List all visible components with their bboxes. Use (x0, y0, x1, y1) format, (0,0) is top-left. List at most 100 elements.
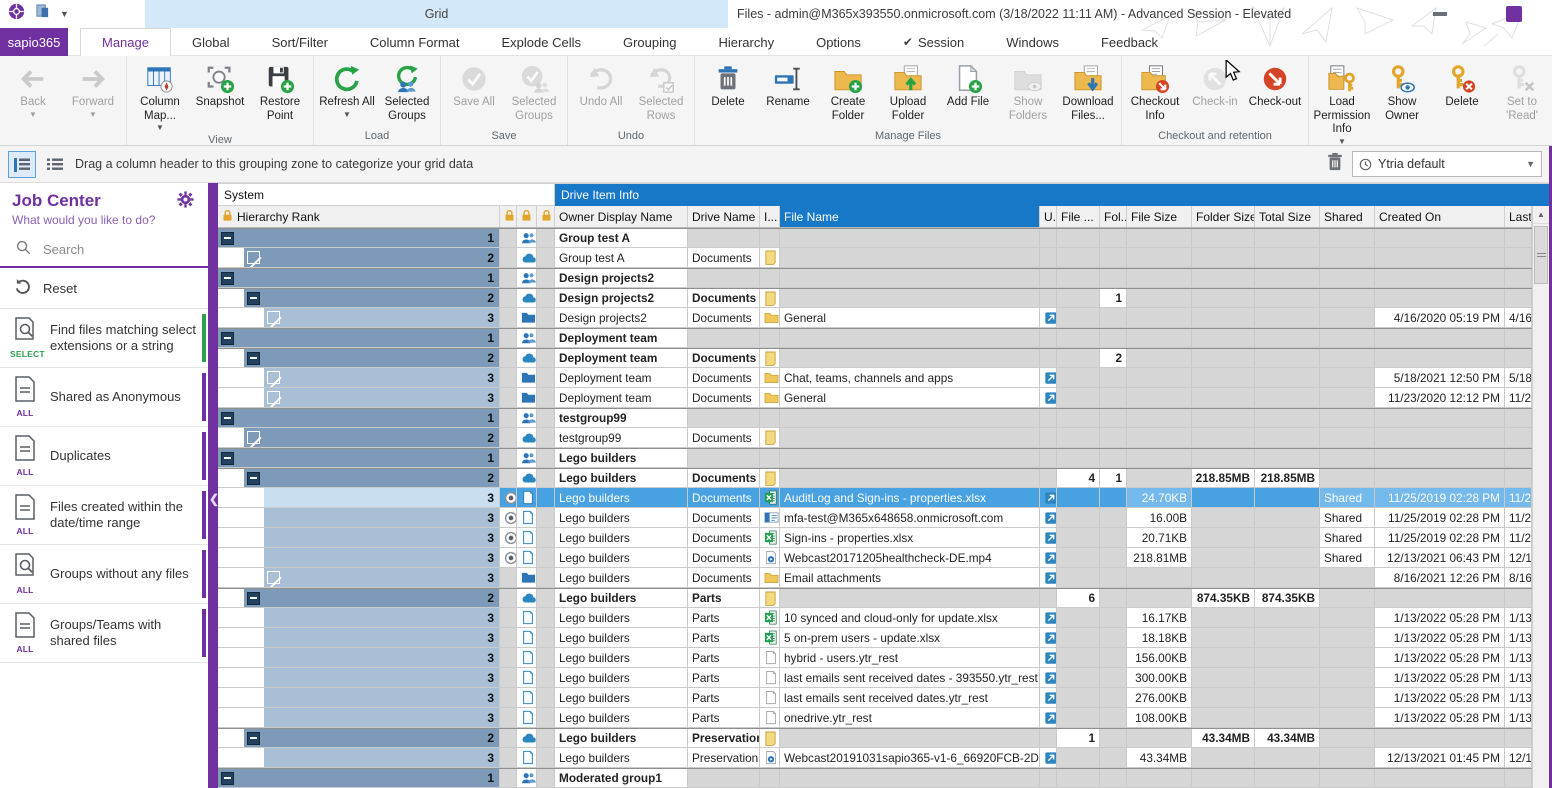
cell-totalsize[interactable] (1255, 368, 1320, 388)
cell-radio[interactable] (500, 508, 517, 528)
cell-folcnt[interactable] (1100, 269, 1127, 288)
cell-owner[interactable]: Deployment team (555, 329, 688, 348)
collapse-icon[interactable] (247, 352, 260, 365)
cell-file[interactable]: Chat, teams, channels and apps (780, 368, 1040, 388)
cell-hier[interactable]: 1 (218, 229, 500, 248)
cell-totalsize[interactable] (1255, 388, 1320, 408)
cell-file[interactable]: 10 synced and cloud-only for update.xlsx (780, 608, 1040, 628)
cell-shared[interactable] (1320, 388, 1375, 408)
cell-filecnt[interactable] (1057, 349, 1100, 368)
cell-c3[interactable] (537, 589, 555, 608)
cell-owner[interactable]: Lego builders (555, 488, 688, 508)
cell-drive[interactable]: Documents (688, 548, 760, 568)
cell-filecnt[interactable] (1057, 688, 1100, 708)
cell-drive[interactable]: Documents (688, 308, 760, 328)
cell-drive[interactable]: Documents (688, 568, 760, 588)
cell-file[interactable]: mfa-test@M365x648658.onmicrosoft.com (780, 508, 1040, 528)
cell-foldersize[interactable]: 43.34MB (1192, 729, 1255, 748)
cell-c3[interactable] (537, 628, 555, 648)
cell-hier[interactable]: 2 (218, 469, 500, 488)
cell-hier[interactable]: 3 (218, 568, 500, 588)
cell-c3[interactable] (537, 469, 555, 488)
cell-owner[interactable]: Lego builders (555, 589, 688, 608)
tab-global[interactable]: Global (171, 28, 251, 56)
column-header-last-[interactable]: Last ... (1505, 206, 1532, 227)
minimize-icon[interactable] (1433, 12, 1447, 16)
cell-owner[interactable]: Design projects2 (555, 308, 688, 328)
cell-created[interactable]: 1/13/2022 05:28 PM (1375, 608, 1505, 628)
trash-profile-icon[interactable] (1326, 152, 1344, 177)
cell-totalsize[interactable] (1255, 449, 1320, 468)
collapse-icon[interactable] (221, 332, 234, 345)
cell-u[interactable] (1040, 608, 1057, 628)
cell-owner[interactable]: Lego builders (555, 729, 688, 748)
cell-u[interactable] (1040, 729, 1057, 748)
cell-shared[interactable] (1320, 648, 1375, 668)
cell-created[interactable]: 1/13/2022 05:28 PM (1375, 628, 1505, 648)
cell-last[interactable] (1505, 248, 1532, 268)
cell-folcnt[interactable] (1100, 688, 1127, 708)
delete-button[interactable]: Delete (698, 58, 758, 128)
cell-typeicon[interactable] (517, 668, 537, 688)
cell-created[interactable] (1375, 248, 1505, 268)
cell-folcnt[interactable] (1100, 409, 1127, 428)
gear-icon[interactable] (177, 191, 194, 213)
collapse-icon[interactable] (221, 412, 234, 425)
cell-created[interactable]: 1/13/2022 05:28 PM (1375, 648, 1505, 668)
cell-ficon[interactable] (760, 349, 780, 368)
cell-totalsize[interactable] (1255, 488, 1320, 508)
column-header-i-[interactable]: I... (760, 206, 780, 227)
cell-filesize[interactable] (1127, 308, 1192, 328)
cell-owner[interactable]: Lego builders (555, 628, 688, 648)
cell-file[interactable] (780, 449, 1040, 468)
cell-last[interactable] (1505, 449, 1532, 468)
cell-totalsize[interactable] (1255, 628, 1320, 648)
cell-last[interactable]: 1/13/2022 05:28 PM (1505, 668, 1532, 688)
cell-created[interactable]: 12/13/2021 01:45 PM (1375, 748, 1505, 768)
cell-last[interactable]: 11/25/2019 02:28 PM (1505, 528, 1532, 548)
cell-last[interactable] (1505, 729, 1532, 748)
scrollbar-thumb[interactable] (1534, 226, 1548, 284)
job-item-find-files-matching-select-ext[interactable]: SELECTFind files matching select extensi… (0, 309, 208, 368)
cell-u[interactable] (1040, 368, 1057, 388)
cell-totalsize[interactable] (1255, 608, 1320, 628)
cell-filesize[interactable]: 24.70KB (1127, 488, 1192, 508)
cell-owner[interactable]: Deployment team (555, 349, 688, 368)
cell-folcnt[interactable] (1100, 568, 1127, 588)
cell-filecnt[interactable]: 4 (1057, 469, 1100, 488)
cell-filecnt[interactable] (1057, 648, 1100, 668)
cell-ficon[interactable] (760, 329, 780, 348)
column-header-hierarchy-rank[interactable]: Hierarchy Rank (218, 206, 500, 227)
cell-typeicon[interactable] (517, 308, 537, 328)
cell-totalsize[interactable]: 43.34MB (1255, 729, 1320, 748)
cell-filesize[interactable] (1127, 229, 1192, 248)
cell-u[interactable] (1040, 668, 1057, 688)
cell-u[interactable] (1040, 248, 1057, 268)
cell-foldersize[interactable]: 218.85MB (1192, 469, 1255, 488)
cell-shared[interactable] (1320, 668, 1375, 688)
cell-filecnt[interactable] (1057, 548, 1100, 568)
cell-u[interactable] (1040, 708, 1057, 728)
cell-totalsize[interactable] (1255, 428, 1320, 448)
column-header-folder-size[interactable]: Folder Size (1192, 206, 1255, 227)
collapse-icon[interactable] (247, 292, 260, 305)
cell-filesize[interactable] (1127, 469, 1192, 488)
cell-owner[interactable]: Lego builders (555, 469, 688, 488)
cell-file[interactable] (780, 329, 1040, 348)
cell-c3[interactable] (537, 668, 555, 688)
cell-last[interactable]: 12/13/2021 01:45 PM (1505, 748, 1532, 768)
grid-row-drive[interactable]: 2testgroup99Documents (218, 428, 1552, 448)
cell-shared[interactable] (1320, 568, 1375, 588)
cell-totalsize[interactable] (1255, 508, 1320, 528)
selected-groups-button[interactable]: Selected Groups (377, 58, 437, 128)
cell-last[interactable] (1505, 409, 1532, 428)
cell-c3[interactable] (537, 508, 555, 528)
column-header-drive-name[interactable]: Drive Name (688, 206, 760, 227)
column-header-owner-display-name[interactable]: Owner Display Name (555, 206, 688, 227)
cell-radio[interactable] (500, 349, 517, 368)
cell-owner[interactable]: Deployment team (555, 368, 688, 388)
cell-folcnt[interactable] (1100, 229, 1127, 248)
column-header-c3[interactable] (537, 206, 555, 227)
cell-drive[interactable]: Documents (688, 528, 760, 548)
cell-last[interactable]: 1/13/2022 05:28 PM (1505, 628, 1532, 648)
